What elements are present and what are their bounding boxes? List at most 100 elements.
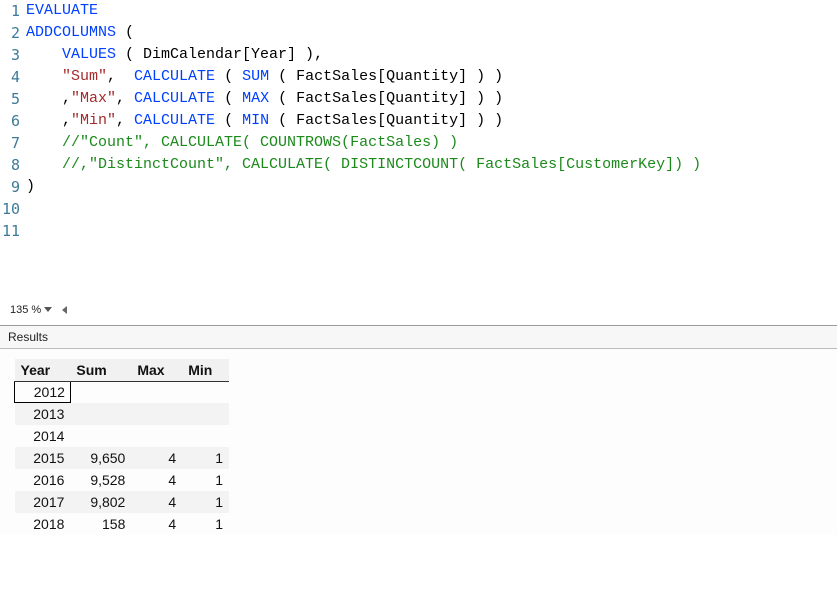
code-token-cmt: //"Count", CALCULATE( COUNTROWS(FactSale… bbox=[62, 134, 458, 151]
cell-min[interactable] bbox=[182, 403, 229, 426]
line-number: 5 bbox=[0, 88, 20, 110]
code-token-plain bbox=[26, 46, 62, 63]
cell-max[interactable]: 4 bbox=[131, 491, 182, 513]
cell-max[interactable]: 4 bbox=[131, 447, 182, 469]
code-token-kw: ADDCOLUMNS bbox=[26, 24, 116, 41]
code-token-str: "Min" bbox=[71, 112, 116, 129]
cell-sum[interactable] bbox=[70, 403, 131, 426]
code-token-plain: , bbox=[116, 112, 134, 129]
code-line[interactable]: ADDCOLUMNS ( bbox=[26, 22, 837, 44]
column-header[interactable]: Year bbox=[15, 359, 71, 382]
code-line[interactable]: VALUES ( DimCalendar[Year] ), bbox=[26, 44, 837, 66]
line-number: 11 bbox=[0, 220, 20, 242]
code-content[interactable]: EVALUATEADDCOLUMNS ( VALUES ( DimCalenda… bbox=[26, 0, 837, 230]
code-token-plain: ( bbox=[215, 112, 242, 129]
cell-min[interactable]: 1 bbox=[182, 513, 229, 535]
cell-year[interactable]: 2014 bbox=[15, 425, 71, 447]
scroll-left-icon[interactable] bbox=[62, 306, 67, 314]
code-token-plain: ( bbox=[116, 24, 134, 41]
cell-year[interactable]: 2013 bbox=[15, 403, 71, 426]
code-line[interactable]: //"Count", CALCULATE( COUNTROWS(FactSale… bbox=[26, 132, 837, 154]
code-token-fn: MIN bbox=[242, 112, 269, 129]
chevron-down-icon bbox=[44, 307, 52, 312]
table-row[interactable]: 2013 bbox=[15, 403, 230, 426]
cell-min[interactable] bbox=[182, 425, 229, 447]
code-token-plain: , bbox=[26, 90, 71, 107]
code-line[interactable]: //,"DistinctCount", CALCULATE( DISTINCTC… bbox=[26, 154, 837, 176]
cell-max[interactable]: 4 bbox=[131, 469, 182, 491]
cell-min[interactable]: 1 bbox=[182, 469, 229, 491]
code-line[interactable]: ,"Max", CALCULATE ( MAX ( FactSales[Quan… bbox=[26, 88, 837, 110]
code-token-plain: , bbox=[107, 68, 134, 85]
cell-year[interactable]: 2016 bbox=[15, 469, 71, 491]
line-number: 2 bbox=[0, 22, 20, 44]
zoom-value: 135 % bbox=[10, 304, 41, 316]
code-token-fn: CALCULATE bbox=[134, 68, 215, 85]
cell-year[interactable]: 2017 bbox=[15, 491, 71, 513]
results-panel: Results YearSumMaxMin20122013201420159,6… bbox=[0, 325, 837, 535]
code-token-fn: MAX bbox=[242, 90, 269, 107]
line-number: 7 bbox=[0, 132, 20, 154]
line-number: 1 bbox=[0, 0, 20, 22]
results-label: Results bbox=[0, 326, 837, 349]
cell-year[interactable]: 2012 bbox=[15, 382, 71, 403]
code-line[interactable] bbox=[26, 198, 837, 220]
code-token-plain: ( bbox=[215, 90, 242, 107]
line-number: 9 bbox=[0, 176, 20, 198]
cell-max[interactable]: 4 bbox=[131, 513, 182, 535]
code-editor[interactable]: 1234567891011 EVALUATEADDCOLUMNS ( VALUE… bbox=[0, 0, 837, 230]
code-token-fn: VALUES bbox=[62, 46, 116, 63]
code-line[interactable]: ,"Min", CALCULATE ( MIN ( FactSales[Quan… bbox=[26, 110, 837, 132]
code-token-plain: ( FactSales[Quantity] ) ) bbox=[269, 112, 503, 129]
code-token-plain: ( FactSales[Quantity] ) ) bbox=[269, 68, 503, 85]
cell-max[interactable] bbox=[131, 403, 182, 426]
line-number: 8 bbox=[0, 154, 20, 176]
table-row[interactable]: 201815841 bbox=[15, 513, 230, 535]
cell-min[interactable]: 1 bbox=[182, 447, 229, 469]
results-grid[interactable]: YearSumMaxMin20122013201420159,650412016… bbox=[14, 359, 229, 535]
line-number: 3 bbox=[0, 44, 20, 66]
cell-sum[interactable]: 158 bbox=[70, 513, 131, 535]
cell-sum[interactable] bbox=[70, 425, 131, 447]
cell-sum[interactable]: 9,650 bbox=[70, 447, 131, 469]
code-token-plain: ( bbox=[215, 68, 242, 85]
code-line[interactable]: ) bbox=[26, 176, 837, 198]
code-token-plain: , bbox=[26, 112, 71, 129]
table-header-row: YearSumMaxMin bbox=[15, 359, 230, 382]
code-token-cmt: //,"DistinctCount", CALCULATE( DISTINCTC… bbox=[62, 156, 701, 173]
table-row[interactable]: 2012 bbox=[15, 382, 230, 403]
column-header[interactable]: Sum bbox=[70, 359, 131, 382]
cell-year[interactable]: 2015 bbox=[15, 447, 71, 469]
code-token-plain: ( FactSales[Quantity] ) ) bbox=[269, 90, 503, 107]
cell-sum[interactable] bbox=[70, 382, 131, 403]
zoom-dropdown[interactable]: 135 % bbox=[10, 304, 52, 316]
code-token-plain: ) bbox=[26, 178, 35, 195]
cell-year[interactable]: 2018 bbox=[15, 513, 71, 535]
table-row[interactable]: 20169,52841 bbox=[15, 469, 230, 491]
cell-max[interactable] bbox=[131, 382, 182, 403]
cell-sum[interactable]: 9,802 bbox=[70, 491, 131, 513]
code-token-fn: CALCULATE bbox=[134, 112, 215, 129]
column-header[interactable]: Min bbox=[182, 359, 229, 382]
table-row[interactable]: 20159,65041 bbox=[15, 447, 230, 469]
code-token-fn: CALCULATE bbox=[134, 90, 215, 107]
cell-sum[interactable]: 9,528 bbox=[70, 469, 131, 491]
code-token-plain bbox=[26, 68, 62, 85]
code-line[interactable]: EVALUATE bbox=[26, 0, 837, 22]
line-number: 6 bbox=[0, 110, 20, 132]
cell-min[interactable]: 1 bbox=[182, 491, 229, 513]
line-number: 10 bbox=[0, 198, 20, 220]
code-token-plain bbox=[26, 134, 62, 151]
table-row[interactable]: 20179,80241 bbox=[15, 491, 230, 513]
code-token-str: "Max" bbox=[71, 90, 116, 107]
column-header[interactable]: Max bbox=[131, 359, 182, 382]
cell-max[interactable] bbox=[131, 425, 182, 447]
code-token-fn: SUM bbox=[242, 68, 269, 85]
code-line[interactable]: "Sum", CALCULATE ( SUM ( FactSales[Quant… bbox=[26, 66, 837, 88]
table-row[interactable]: 2014 bbox=[15, 425, 230, 447]
cell-min[interactable] bbox=[182, 382, 229, 403]
code-token-plain bbox=[26, 156, 62, 173]
code-token-plain: ( DimCalendar[Year] ), bbox=[116, 46, 323, 63]
zoom-bar: 135 % bbox=[0, 300, 837, 320]
code-line[interactable] bbox=[26, 220, 837, 230]
